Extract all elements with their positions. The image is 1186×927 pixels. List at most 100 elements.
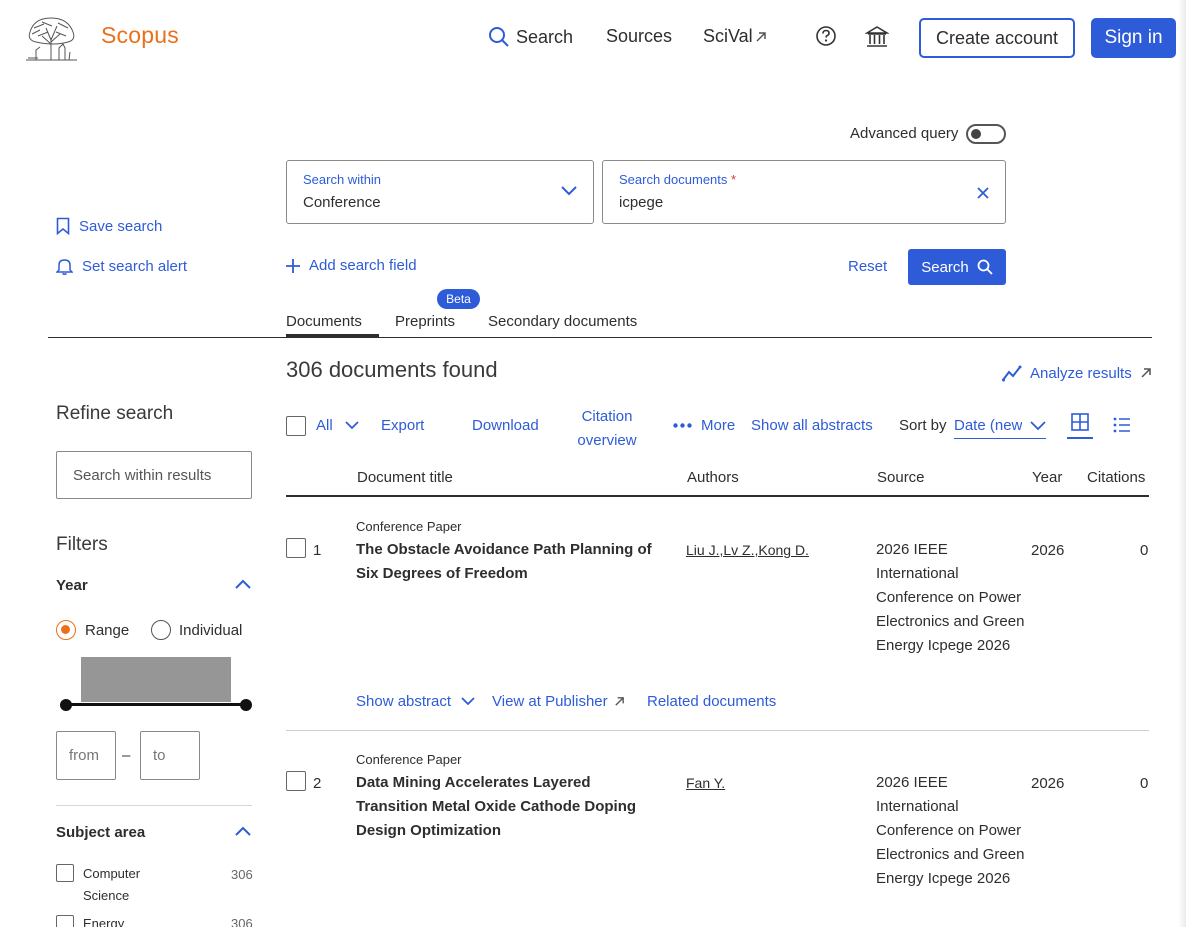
search-within-value: Conference (303, 194, 381, 211)
citation-overview-button[interactable]: Citation overview (572, 405, 642, 453)
save-search-link[interactable]: Save search (56, 217, 162, 235)
column-year[interactable]: Year (1032, 469, 1062, 486)
page-edge-shadow (1178, 0, 1186, 927)
range-label: Range (85, 621, 130, 639)
citations-value: 0 (1140, 542, 1149, 559)
chevron-down-icon (561, 186, 577, 196)
tab-preprints[interactable]: Preprints (395, 313, 455, 330)
row-2-checkbox[interactable] (286, 771, 306, 791)
list-view-icon[interactable] (1113, 417, 1131, 433)
institution-icon[interactable] (865, 25, 889, 49)
set-search-alert-link[interactable]: Set search alert (56, 257, 187, 275)
subject-energy-label: Energy (83, 916, 125, 927)
tab-documents[interactable]: Documents (286, 313, 362, 330)
year-range-option[interactable]: Range (56, 620, 129, 640)
search-icon (488, 26, 510, 48)
chevron-up-icon[interactable] (235, 579, 251, 589)
search-within-label: Search within (303, 172, 382, 187)
year-slider-handle-start[interactable] (60, 699, 72, 711)
document-title-link[interactable]: Data Mining Accelerates Layered Transiti… (356, 771, 666, 843)
authors-link[interactable]: Fan Y. (686, 775, 725, 791)
set-search-alert-label: Set search alert (82, 257, 188, 275)
chevron-up-icon[interactable] (235, 826, 251, 836)
individual-label: Individual (179, 621, 243, 639)
search-documents-value: icpege (619, 194, 664, 211)
filter-divider (56, 805, 252, 806)
advanced-query-toggle[interactable] (966, 124, 1006, 144)
range-dash: – (122, 747, 131, 764)
document-type: Conference Paper (356, 752, 462, 767)
show-abstract-label: Show abstract (356, 693, 452, 710)
select-all-checkbox[interactable] (286, 416, 306, 436)
row-divider (286, 730, 1149, 731)
toggle-knob (971, 129, 981, 139)
nav-sources[interactable]: Sources (606, 26, 672, 47)
select-all-dropdown[interactable]: All (316, 417, 359, 434)
citations-value: 0 (1140, 775, 1149, 792)
search-button[interactable]: Search (908, 249, 1006, 285)
external-link-icon (1140, 367, 1152, 379)
analyze-results-link[interactable]: Analyze results (1002, 364, 1152, 382)
nav-search[interactable]: Search (488, 26, 573, 48)
checkbox[interactable] (56, 915, 74, 927)
show-all-abstracts-button[interactable]: Show all abstracts (751, 417, 873, 434)
elsevier-tree-logo[interactable] (24, 14, 79, 62)
nav-search-label: Search (516, 26, 574, 47)
row-1-checkbox[interactable] (286, 538, 306, 558)
search-within-select[interactable]: Search within Conference (286, 160, 594, 224)
export-button[interactable]: Export (381, 417, 424, 434)
more-button[interactable]: More (673, 417, 735, 434)
sort-select[interactable]: Date (new (954, 417, 1046, 439)
subject-energy-checkbox[interactable] (56, 915, 74, 927)
search-button-label: Search (921, 258, 969, 276)
year-individual-option[interactable]: Individual (151, 620, 242, 640)
search-documents-field[interactable]: Search documents * icpege (602, 160, 1006, 224)
sort-value: Date (new (954, 417, 1022, 434)
year-slider-handle-end[interactable] (240, 699, 252, 711)
chevron-down-icon (1030, 421, 1046, 431)
year-slider-track[interactable] (66, 703, 246, 706)
refine-search-heading: Refine search (56, 403, 174, 424)
checkbox[interactable] (56, 864, 74, 882)
source-title[interactable]: 2026 IEEE International Conference on Po… (876, 538, 1026, 658)
more-label: More (701, 417, 736, 434)
view-at-publisher-link[interactable]: View at Publisher (492, 693, 625, 710)
authors-link[interactable]: Liu J.,Lv Z.,Kong D. (686, 542, 809, 558)
view-at-publisher-label: View at Publisher (492, 693, 608, 710)
table-header-rule (286, 495, 1149, 497)
create-account-button[interactable]: Create account (919, 18, 1075, 58)
add-search-field-label: Add search field (309, 257, 417, 274)
download-button[interactable]: Download (472, 417, 539, 434)
reset-button[interactable]: Reset (848, 258, 887, 275)
clear-icon[interactable] (977, 187, 989, 199)
column-document-title[interactable]: Document title (357, 469, 453, 486)
column-authors[interactable]: Authors (687, 469, 739, 486)
column-citations[interactable]: Citations (1087, 469, 1145, 486)
tab-secondary-documents[interactable]: Secondary documents (488, 313, 637, 330)
subject-computer-science-checkbox[interactable] (56, 864, 74, 882)
scopus-logo-text[interactable]: Scopus (101, 22, 179, 49)
nav-scival[interactable]: SciVal (703, 26, 767, 47)
external-link-icon (614, 696, 625, 707)
search-within-results-input[interactable]: Search within results (56, 451, 252, 499)
trend-chart-icon (1002, 364, 1022, 382)
show-abstract-button[interactable]: Show abstract (356, 693, 475, 710)
advanced-query-label: Advanced query (850, 125, 959, 142)
help-icon[interactable] (815, 25, 837, 47)
more-dots-icon (673, 423, 692, 428)
table-view-icon (1071, 413, 1089, 437)
range-radio[interactable] (56, 620, 76, 640)
sign-in-button[interactable]: Sign in (1091, 18, 1176, 58)
column-source[interactable]: Source (877, 469, 925, 486)
row-index: 1 (313, 542, 322, 559)
year-from-input[interactable]: from (56, 731, 116, 780)
source-title[interactable]: 2026 IEEE International Conference on Po… (876, 771, 1026, 891)
document-title-link[interactable]: The Obstacle Avoidance Path Planning of … (356, 538, 666, 586)
year-to-input[interactable]: to (140, 731, 200, 780)
add-search-field-button[interactable]: Add search field (286, 257, 417, 274)
individual-radio[interactable] (151, 620, 171, 640)
tabs-divider (48, 337, 1152, 338)
sort-by-label: Sort by (899, 417, 947, 434)
grid-view-toggle[interactable] (1067, 413, 1093, 439)
related-documents-link[interactable]: Related documents (647, 693, 776, 710)
